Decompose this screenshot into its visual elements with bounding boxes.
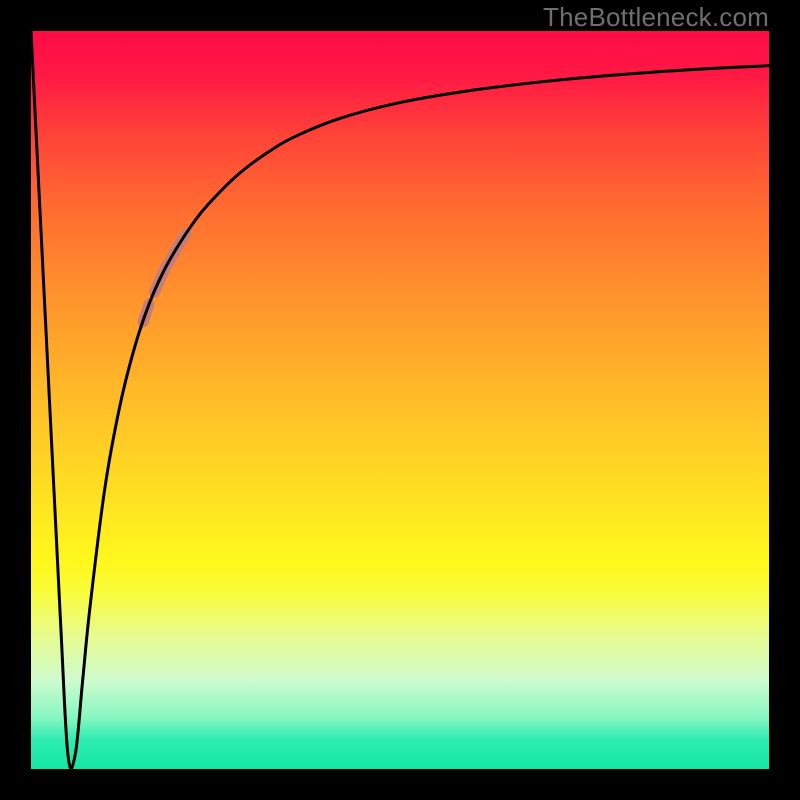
chart-stage: TheBottleneck.com (0, 0, 800, 800)
watermark-text: TheBottleneck.com (543, 2, 769, 33)
chart-plot-area (31, 31, 769, 769)
